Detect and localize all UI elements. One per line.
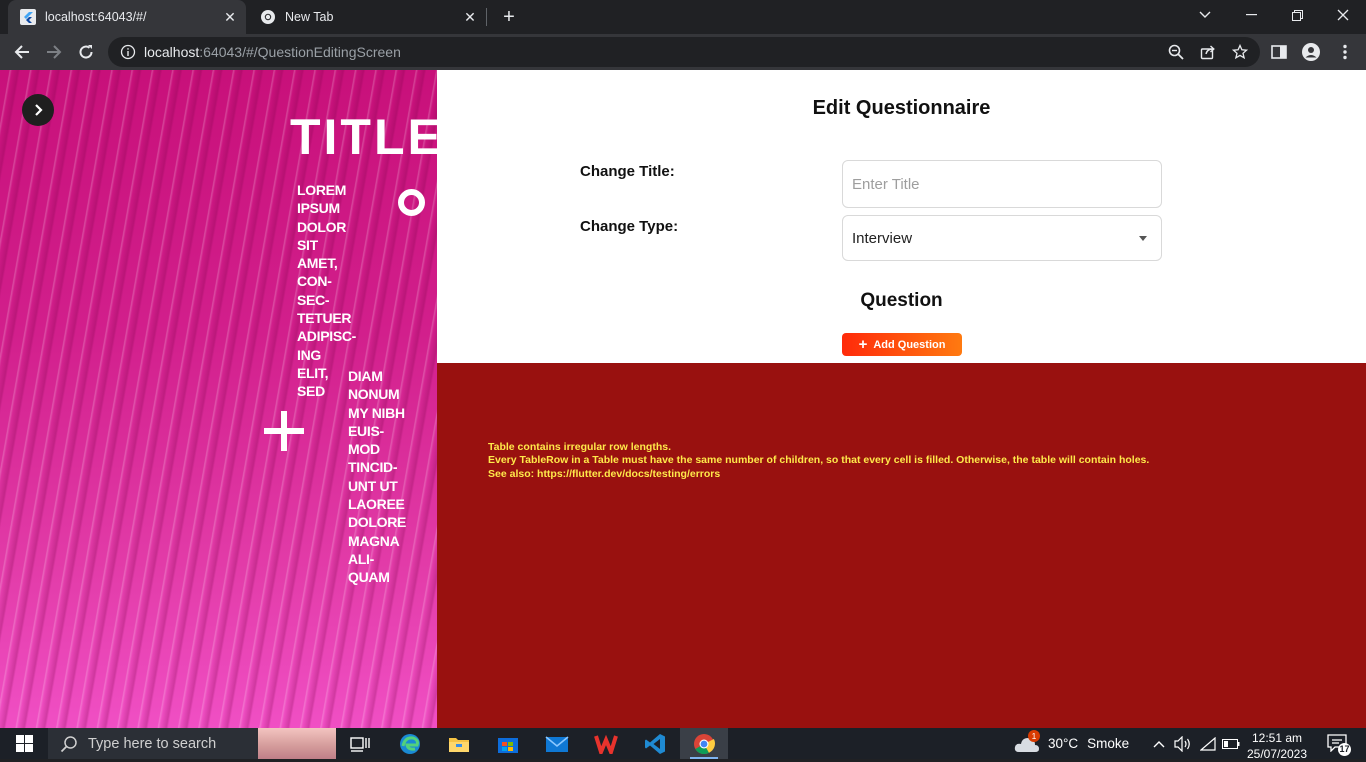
close-tab-icon[interactable]: ✕ xyxy=(220,7,240,27)
microsoft-store-icon[interactable] xyxy=(484,728,532,759)
new-tab-button[interactable]: + xyxy=(497,5,521,29)
weather-widget[interactable]: 1 30°C Smoke xyxy=(1014,728,1129,759)
edge-icon[interactable] xyxy=(386,728,434,759)
clock-date: 25/07/2023 xyxy=(1246,747,1308,761)
edit-form: Edit Questionnaire Change Title: Change … xyxy=(437,70,1366,363)
browser-tab-strip: localhost:64043/#/ ✕ New Tab ✕ + xyxy=(0,0,1366,34)
forward-icon[interactable] xyxy=(40,38,68,66)
close-window-icon[interactable] xyxy=(1320,0,1366,30)
wps-office-icon[interactable] xyxy=(582,728,630,759)
tab-new-tab[interactable]: New Tab ✕ xyxy=(248,0,486,34)
weather-desc: Smoke xyxy=(1087,736,1130,751)
error-message: Table contains irregular row lengths. Ev… xyxy=(488,441,1149,481)
chrome-icon xyxy=(260,9,276,25)
notification-count: 17 xyxy=(1338,742,1351,756)
add-question-label: Add Question xyxy=(873,338,946,351)
tray-chevron-up-icon[interactable] xyxy=(1150,728,1168,759)
title-input[interactable] xyxy=(842,160,1162,208)
windows-taskbar: Type here to search 1 30°C Smoke 12:51 a… xyxy=(0,728,1366,762)
change-type-label: Change Type: xyxy=(580,218,679,235)
reload-icon[interactable] xyxy=(72,38,100,66)
poster-title: TITLE xyxy=(290,109,444,165)
windows-start-icon[interactable] xyxy=(0,728,48,759)
tab-localhost[interactable]: localhost:64043/#/ ✕ xyxy=(8,0,246,34)
search-icon xyxy=(60,735,78,753)
task-view-icon[interactable] xyxy=(336,728,384,759)
menu-kebab-icon[interactable] xyxy=(1336,43,1354,61)
share-icon[interactable] xyxy=(1200,44,1216,60)
restore-icon[interactable] xyxy=(1274,0,1320,30)
poster-circle-graphic xyxy=(398,189,425,216)
add-question-button[interactable]: + Add Question xyxy=(842,333,962,356)
type-selected-value: Interview xyxy=(852,229,913,247)
minimize-icon[interactable] xyxy=(1228,0,1274,30)
chevron-right-icon[interactable] xyxy=(22,94,54,126)
weather-temp: 30°C xyxy=(1048,736,1079,751)
page-viewport: TITLE LOREM IPSUM DOLOR SIT AMET, CON- SEC- TET… xyxy=(0,70,1366,728)
bookmark-star-icon[interactable] xyxy=(1231,43,1249,60)
weather-badge: 1 xyxy=(1028,729,1040,742)
site-info-icon[interactable] xyxy=(120,44,136,60)
search-highlight-image xyxy=(258,728,336,759)
close-tab-icon[interactable]: ✕ xyxy=(460,7,480,27)
poster-text-column-2: DIAM NONUM MY NIBH EUIS- MOD TINCID- UNT UT LAO… xyxy=(348,368,407,586)
taskbar-search-box[interactable]: Type here to search xyxy=(48,728,336,759)
tab-title: localhost:64043/#/ xyxy=(45,10,147,24)
type-dropdown[interactable]: Interview xyxy=(842,215,1162,261)
change-title-label: Change Title: xyxy=(580,163,675,180)
url-host: localhost xyxy=(144,44,200,60)
wifi-icon[interactable] xyxy=(1198,728,1218,759)
clock-time: 12:51 am xyxy=(1251,731,1303,745)
error-line: Every TableRow in a Table must have the … xyxy=(488,454,1150,467)
side-panel-icon[interactable] xyxy=(1270,43,1288,61)
question-section-title: Question xyxy=(860,290,943,311)
plus-icon: + xyxy=(858,336,868,353)
poster-panel: TITLE LOREM IPSUM DOLOR SIT AMET, CON- SEC- TET… xyxy=(0,70,441,728)
mail-icon[interactable] xyxy=(533,728,581,759)
flutter-icon xyxy=(20,9,36,25)
weather-cloud-icon: 1 xyxy=(1014,729,1040,754)
flutter-error-panel: Table contains irregular row lengths. Ev… xyxy=(437,363,1366,728)
browser-toolbar: localhost:64043/#/QuestionEditingScreen xyxy=(0,34,1366,70)
notification-center-icon[interactable]: 17 xyxy=(1318,728,1358,759)
search-placeholder: Type here to search xyxy=(88,735,217,752)
error-line: See also: https://flutter.dev/docs/testi… xyxy=(488,467,721,480)
zoom-icon[interactable] xyxy=(1168,44,1184,60)
error-line: Table contains irregular row lengths. xyxy=(488,441,672,453)
tab-title: New Tab xyxy=(285,10,334,24)
system-clock[interactable]: 12:51 am 25/07/2023 xyxy=(1246,730,1308,762)
vscode-icon[interactable] xyxy=(631,728,679,759)
tab-search-chevron-icon[interactable] xyxy=(1182,0,1228,30)
address-bar[interactable]: localhost:64043/#/QuestionEditingScreen xyxy=(108,37,1260,67)
poster-plus-graphic xyxy=(264,411,304,451)
tab-divider xyxy=(486,8,487,26)
page-title: Edit Questionnaire xyxy=(812,97,991,119)
volume-icon[interactable] xyxy=(1172,728,1194,759)
back-icon[interactable] xyxy=(8,38,36,66)
dropdown-arrow-icon xyxy=(1139,236,1147,241)
chrome-taskbar-icon[interactable] xyxy=(680,728,728,759)
profile-avatar-icon[interactable] xyxy=(1302,43,1320,61)
url-path: :64043/#/QuestionEditingScreen xyxy=(199,44,401,60)
file-explorer-icon[interactable] xyxy=(435,728,483,759)
battery-icon[interactable] xyxy=(1220,728,1242,759)
